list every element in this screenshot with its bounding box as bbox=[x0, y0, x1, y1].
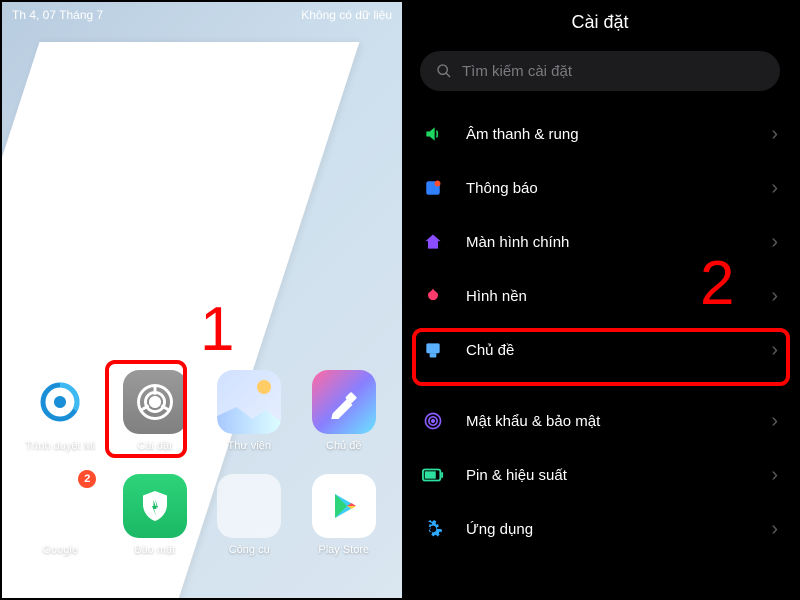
annotation-step-1: 1 bbox=[200, 294, 234, 365]
app-label: Google bbox=[43, 544, 78, 556]
chevron-right-icon: › bbox=[771, 464, 778, 487]
status-bar: Th 4, 07 Tháng 7 Không có dữ liệu bbox=[2, 2, 402, 28]
folder-icon: 2 bbox=[28, 474, 92, 538]
chevron-right-icon: › bbox=[771, 410, 778, 433]
chevron-right-icon: › bbox=[771, 123, 778, 146]
row-label: Ứng dụng bbox=[466, 521, 771, 538]
settings-row-security[interactable]: Mật khẩu & bảo mật › bbox=[402, 394, 798, 448]
page-title: Cài đặt bbox=[402, 12, 798, 33]
sound-icon bbox=[422, 123, 444, 145]
gear-icon bbox=[422, 518, 444, 540]
notification-icon bbox=[422, 177, 444, 199]
app-gallery[interactable]: Thư viện bbox=[209, 370, 290, 452]
app-label: Thư viện bbox=[228, 440, 271, 452]
security-icon bbox=[123, 474, 187, 538]
settings-row-notifications[interactable]: Thông báo › bbox=[402, 161, 798, 215]
search-placeholder: Tìm kiếm cài đặt bbox=[462, 63, 572, 80]
battery-icon bbox=[422, 464, 444, 486]
app-themes[interactable]: Chủ đề bbox=[304, 370, 385, 452]
settings-row-homescreen[interactable]: Màn hình chính › bbox=[402, 215, 798, 269]
chevron-right-icon: › bbox=[771, 231, 778, 254]
gallery-icon bbox=[217, 370, 281, 434]
folder-icon bbox=[217, 474, 281, 538]
row-label: Mật khẩu & bảo mật bbox=[466, 413, 771, 430]
chevron-right-icon: › bbox=[771, 177, 778, 200]
row-label: Thông báo bbox=[466, 180, 771, 197]
settings-screen: Cài đặt Tìm kiếm cài đặt Âm thanh & rung… bbox=[402, 2, 798, 598]
settings-row-apps[interactable]: Ứng dụng › bbox=[402, 502, 798, 556]
app-google-folder[interactable]: 2 Google bbox=[20, 474, 101, 556]
app-security[interactable]: Bảo mật bbox=[115, 474, 196, 556]
app-mi-browser[interactable]: Trình duyệt Mi bbox=[20, 370, 101, 452]
search-icon bbox=[436, 63, 452, 79]
status-network: Không có dữ liệu bbox=[301, 8, 392, 22]
status-date: Th 4, 07 Tháng 7 bbox=[12, 8, 103, 22]
chevron-right-icon: › bbox=[771, 285, 778, 308]
app-label: Play Store bbox=[318, 544, 369, 556]
annotation-step-2: 2 bbox=[700, 248, 734, 319]
settings-row-battery[interactable]: Pin & hiệu suất › bbox=[402, 448, 798, 502]
row-label: Âm thanh & rung bbox=[466, 126, 771, 143]
notification-badge: 2 bbox=[78, 470, 96, 488]
app-label: Chủ đề bbox=[326, 440, 361, 452]
row-label: Pin & hiệu suất bbox=[466, 467, 771, 484]
settings-row-wallpaper[interactable]: Hình nền › bbox=[402, 269, 798, 323]
app-label: Công cụ bbox=[229, 544, 270, 556]
fingerprint-icon bbox=[422, 410, 444, 432]
browser-icon bbox=[28, 370, 92, 434]
play-store-icon bbox=[312, 474, 376, 538]
annotation-highlight-2 bbox=[412, 328, 790, 386]
app-label: Bảo mật bbox=[134, 544, 175, 556]
settings-row-sound[interactable]: Âm thanh & rung › bbox=[402, 107, 798, 161]
app-tools-folder[interactable]: Công cụ bbox=[209, 474, 290, 556]
wallpaper-icon bbox=[422, 285, 444, 307]
app-label: Trình duyệt Mi bbox=[25, 440, 95, 452]
search-input[interactable]: Tìm kiếm cài đặt bbox=[420, 51, 780, 91]
app-play-store[interactable]: Play Store bbox=[304, 474, 385, 556]
chevron-right-icon: › bbox=[771, 518, 778, 541]
themes-icon bbox=[312, 370, 376, 434]
app-grid: Trình duyệt Mi Cài đặt Thư viện Chủ đề 2 bbox=[2, 370, 402, 556]
home-icon bbox=[422, 231, 444, 253]
annotation-highlight-1 bbox=[105, 360, 187, 458]
